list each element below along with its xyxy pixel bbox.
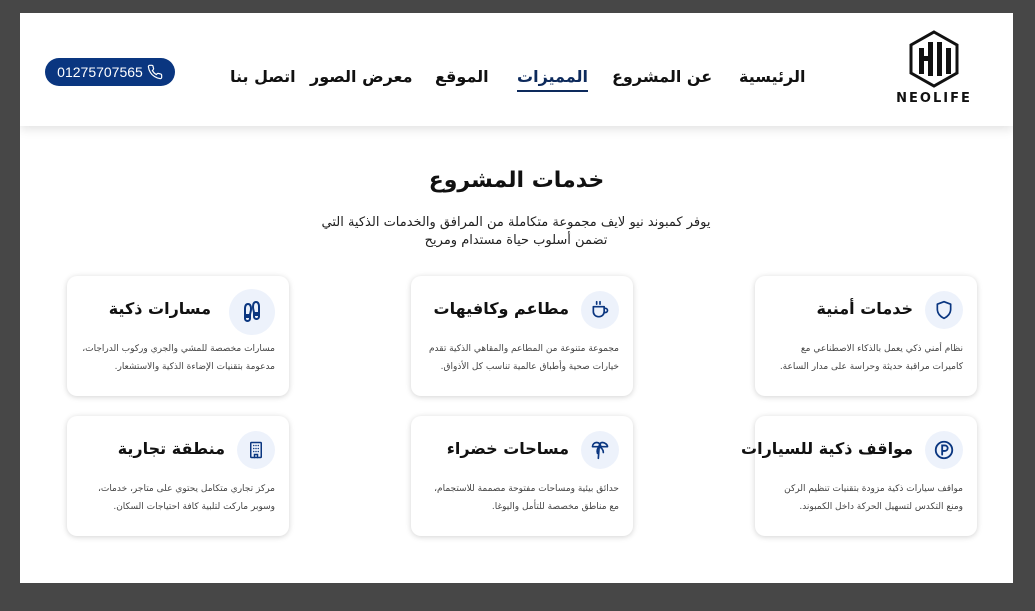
card-icon-wrap — [925, 431, 963, 469]
shield-icon — [936, 300, 952, 320]
phone-icon — [147, 64, 163, 80]
coffee-cup-icon — [592, 300, 609, 318]
building-icon — [250, 441, 262, 459]
card-description: مجموعة متنوعة من المطاعم والمقاهي الذكية… — [428, 344, 619, 372]
card-title: مطاعم وكافيهات — [433, 299, 569, 318]
card-icon-wrap — [229, 289, 275, 335]
section-description: يوفر كمبوند نيو لايف مجموعة متكاملة من ا… — [321, 215, 711, 248]
footprints-icon — [244, 300, 260, 322]
nav-item-gallery[interactable]: معرض الصور — [310, 67, 412, 86]
nav-item-features[interactable]: المميزات — [517, 67, 588, 92]
card-icon-wrap — [581, 431, 619, 469]
nav-item-home[interactable]: الرئيسية — [739, 67, 806, 86]
phone-button[interactable]: 01275707565 — [45, 58, 175, 86]
card-icon-wrap — [237, 431, 275, 469]
page-frame: NEOLIFE الرئيسية عن المشروع المميزات الم… — [20, 13, 1013, 583]
nav-item-contact[interactable]: اتصل بنا — [230, 67, 296, 86]
service-card-security[interactable]: خدمات أمنية نظام أمني ذكي يعمل بالذكاء ا… — [755, 276, 977, 396]
service-card-parking[interactable]: مواقف ذكية للسيارات مواقف سيارات ذكية مز… — [741, 416, 977, 536]
phone-number: 01275707565 — [57, 64, 143, 80]
card-description: حدائق بيئية ومساحات مفتوحة مصممة للاستجم… — [434, 484, 619, 512]
nav-item-about[interactable]: عن المشروع — [612, 67, 712, 86]
service-card-restaurants[interactable]: مطاعم وكافيهات مجموعة متنوعة من المطاعم … — [411, 276, 633, 396]
card-description: مواقف سيارات ذكية مزودة بتقنيات تنظيم ال… — [784, 484, 963, 512]
service-card-smart-paths[interactable]: مسارات ذكية مسارات مخصصة للمشي والجري ور… — [67, 276, 289, 396]
card-description: مركز تجاري متكامل يحتوي على متاجر، خدمات… — [97, 484, 275, 512]
card-description: مسارات مخصصة للمشي والجري وركوب الدراجات… — [82, 344, 275, 372]
card-description: نظام أمني ذكي يعمل بالذكاء الاصطناعي مع … — [779, 344, 963, 372]
service-card-commercial[interactable]: منطقة تجارية مركز تجاري متكامل يحتوي على… — [67, 416, 289, 536]
card-icon-wrap — [581, 291, 619, 329]
parking-icon — [934, 440, 954, 460]
card-title: مساحات خضراء — [446, 439, 569, 458]
palm-tree-icon — [591, 441, 609, 460]
nav-item-location[interactable]: الموقع — [435, 67, 489, 86]
card-icon-wrap — [925, 291, 963, 329]
card-title: منطقة تجارية — [117, 439, 225, 458]
card-title: مسارات ذكية — [108, 299, 211, 318]
site-header: NEOLIFE الرئيسية عن المشروع المميزات الم… — [20, 13, 1013, 126]
card-title: خدمات أمنية — [816, 299, 914, 318]
service-card-green-spaces[interactable]: مساحات خضراء حدائق بيئية ومساحات مفتوحة … — [411, 416, 633, 536]
card-title: مواقف ذكية للسيارات — [741, 439, 913, 458]
section-title: خدمات المشروع — [428, 168, 605, 193]
